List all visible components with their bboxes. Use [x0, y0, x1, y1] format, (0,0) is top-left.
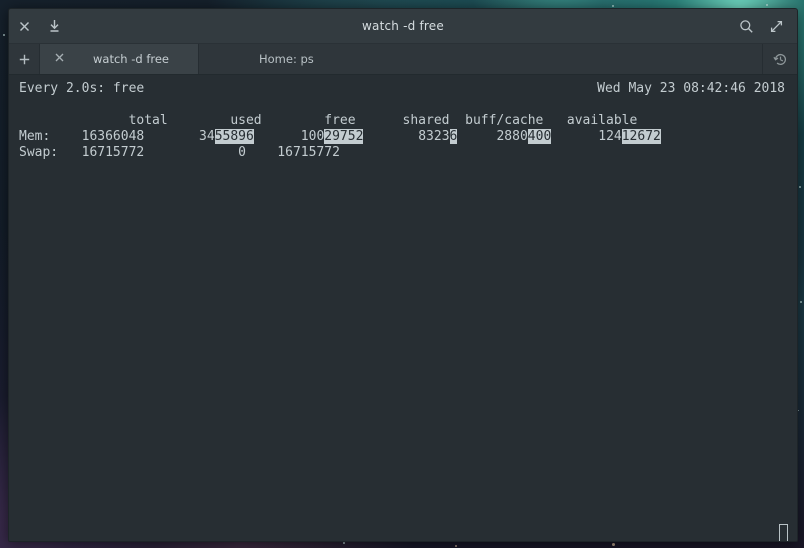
cell-value: 100 [253, 129, 325, 144]
cell-value-changed: 55896 [214, 129, 254, 144]
close-icon[interactable] [9, 9, 39, 43]
free-column-header-row: total used free shared buff/cache availa… [19, 113, 638, 128]
cell-value: 0 [144, 145, 246, 160]
minimize-to-tray-icon[interactable] [39, 9, 69, 43]
cell-value-changed: 400 [527, 129, 552, 144]
maximize-icon[interactable] [761, 9, 791, 43]
cell-value: 2880 [457, 129, 528, 144]
cell-value-changed: 12672 [621, 129, 661, 144]
cell-value: 34 [144, 129, 215, 144]
cell-value-changed: 29752 [324, 129, 364, 144]
star-speck [612, 5, 614, 7]
cell-value: 8323 [363, 129, 450, 144]
mem-row: Mem: 16366048 3455896 10029752 83236 288… [9, 129, 797, 145]
swap-row-rendered: Swap: 16715772 0 16715772 [19, 145, 340, 160]
window-title: watch -d free [362, 19, 444, 33]
watch-status-line: Every 2.0s: free Wed May 23 08:42:46 201… [9, 81, 797, 97]
star-speck [612, 543, 615, 546]
watch-timestamp: Wed May 23 08:42:46 2018 [597, 81, 785, 96]
cell-value: 16715772 [58, 145, 145, 160]
star-speck [799, 186, 801, 188]
row-label: Mem: [19, 129, 51, 144]
tab-label: watch -d free [93, 52, 170, 66]
star-speck [766, 4, 768, 6]
mem-row-rendered: Mem: 16366048 3455896 10029752 83236 288… [19, 129, 661, 144]
tab-watch-d-free[interactable]: watch -d free [39, 44, 199, 74]
titlebar-right-buttons [731, 9, 797, 43]
watch-interval-command: Every 2.0s: free [19, 81, 145, 96]
terminal-output[interactable]: Every 2.0s: free Wed May 23 08:42:46 201… [9, 75, 797, 541]
star-speck [343, 542, 345, 544]
tab-bar: watch -d free Home: ps [9, 44, 797, 75]
star-speck [455, 545, 457, 547]
tab-close-icon[interactable] [54, 52, 65, 66]
row-label: Swap: [19, 145, 59, 160]
star-speck [800, 301, 802, 303]
tab-label: Home: ps [259, 52, 314, 66]
terminal-cursor [779, 524, 788, 541]
cell-value: 16366048 [50, 129, 145, 144]
tab-home-ps[interactable]: Home: ps [199, 44, 763, 74]
swap-row: Swap: 16715772 0 16715772 [9, 145, 797, 161]
star-speck [798, 410, 799, 411]
star-speck [3, 34, 5, 36]
search-icon[interactable] [731, 9, 761, 43]
cell-value: 124 [551, 129, 622, 144]
terminal-window: watch -d free watch -d free Home: ps Eve… [8, 8, 798, 542]
history-icon[interactable] [763, 44, 797, 74]
window-titlebar: watch -d free [9, 9, 797, 44]
new-tab-button[interactable] [9, 44, 39, 74]
cell-value: 16715772 [245, 145, 340, 160]
